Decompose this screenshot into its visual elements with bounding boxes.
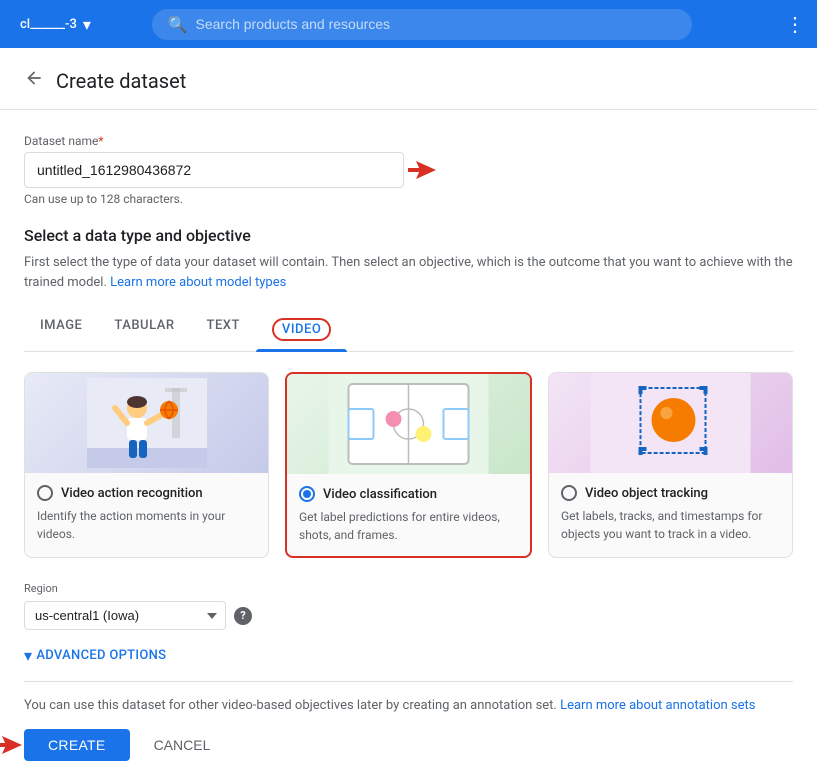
dataset-name-hint: Can use up to 128 characters. [24, 192, 793, 206]
arrow-indicator [408, 161, 436, 179]
card-title-2: Video classification [323, 487, 437, 502]
card-title-1: Video action recognition [61, 486, 203, 501]
advanced-section: ▾ ADVANCED OPTIONS [0, 646, 817, 681]
card-classification[interactable]: Video classification Get label predictio… [285, 372, 532, 558]
learn-more-annotation-sets-link[interactable]: Learn more about annotation sets [560, 698, 755, 713]
dataset-name-label: Dataset name* [24, 134, 793, 148]
card-image-1 [25, 373, 268, 473]
top-nav: cl______-3 ▾ 🔍 ⋮ [0, 0, 817, 48]
objective-cards: Video action recognition Identify the ac… [24, 372, 793, 558]
project-name: cl______-3 [20, 17, 77, 32]
card-body-1: Video action recognition Identify the ac… [25, 473, 268, 555]
card-image-2 [287, 374, 530, 474]
radio-classification[interactable] [299, 486, 315, 502]
tab-text[interactable]: TEXT [191, 308, 256, 351]
page-header: Create dataset [0, 48, 817, 110]
card-body-3: Video object tracking Get labels, tracks… [549, 473, 792, 555]
advanced-options-toggle[interactable]: ▾ ADVANCED OPTIONS [24, 646, 793, 665]
card-radio-row-2: Video classification [299, 486, 518, 502]
data-type-section: Select a data type and objective First s… [0, 206, 817, 558]
apps-icon[interactable]: ⋮ [785, 12, 805, 36]
cancel-button[interactable]: CANCEL [142, 729, 223, 761]
search-icon: 🔍 [168, 15, 188, 34]
card-image-3 [549, 373, 792, 473]
help-icon[interactable]: ? [234, 607, 252, 625]
create-button[interactable]: CREATE [24, 729, 130, 761]
illustration-classification [287, 374, 530, 474]
illustration-tracking [549, 373, 792, 473]
radio-action-recognition[interactable] [37, 485, 53, 501]
tab-tabular[interactable]: TABULAR [98, 308, 190, 351]
card-action-recognition[interactable]: Video action recognition Identify the ac… [24, 372, 269, 558]
card-radio-row-3: Video object tracking [561, 485, 780, 501]
nav-right: ⋮ [785, 12, 805, 36]
form-section: Dataset name* Can use up to 128 characte… [0, 110, 817, 206]
card-radio-row-1: Video action recognition [37, 485, 256, 501]
bottom-info: You can use this dataset for other video… [0, 682, 817, 713]
create-button-wrapper: CREATE [24, 729, 130, 761]
project-selector[interactable]: cl______-3 ▾ [12, 11, 99, 38]
region-select[interactable]: us-central1 (Iowa) us-east1 (South Carol… [24, 601, 226, 630]
advanced-toggle-label: ADVANCED OPTIONS [36, 648, 166, 663]
card-title-3: Video object tracking [585, 486, 708, 501]
radio-object-tracking[interactable] [561, 485, 577, 501]
section-desc: First select the type of data your datas… [24, 253, 793, 292]
card-desc-3: Get labels, tracks, and timestamps for o… [561, 507, 780, 543]
page-content: Create dataset Dataset name* Can use up … [0, 48, 817, 777]
advanced-toggle-icon: ▾ [24, 646, 32, 665]
back-button[interactable] [24, 68, 44, 93]
create-arrow-indicator [0, 736, 22, 754]
card-desc-1: Identify the action moments in your vide… [37, 507, 256, 543]
page-title: Create dataset [56, 69, 186, 93]
card-desc-2: Get label predictions for entire videos,… [299, 508, 518, 544]
tab-video-outline: VIDEO [272, 318, 331, 341]
section-title: Select a data type and objective [24, 226, 793, 245]
tab-video[interactable]: VIDEO [256, 308, 347, 351]
card-body-2: Video classification Get label predictio… [287, 474, 530, 556]
region-label: Region [24, 582, 793, 595]
tab-image[interactable]: IMAGE [24, 308, 98, 351]
card-object-tracking[interactable]: Video object tracking Get labels, tracks… [548, 372, 793, 558]
project-chevron: ▾ [83, 15, 91, 34]
region-row: us-central1 (Iowa) us-east1 (South Carol… [24, 601, 793, 630]
learn-more-model-types-link[interactable]: Learn more about model types [110, 275, 286, 290]
search-bar: 🔍 [152, 9, 692, 40]
search-input[interactable] [196, 16, 676, 32]
tabs: IMAGE TABULAR TEXT VIDEO [24, 308, 793, 352]
action-buttons: CREATE CANCEL [0, 713, 817, 777]
dataset-name-input[interactable] [24, 152, 404, 188]
illustration-action [87, 378, 207, 468]
region-section: Region us-central1 (Iowa) us-east1 (Sout… [0, 582, 817, 646]
dataset-name-input-wrapper [24, 152, 404, 188]
